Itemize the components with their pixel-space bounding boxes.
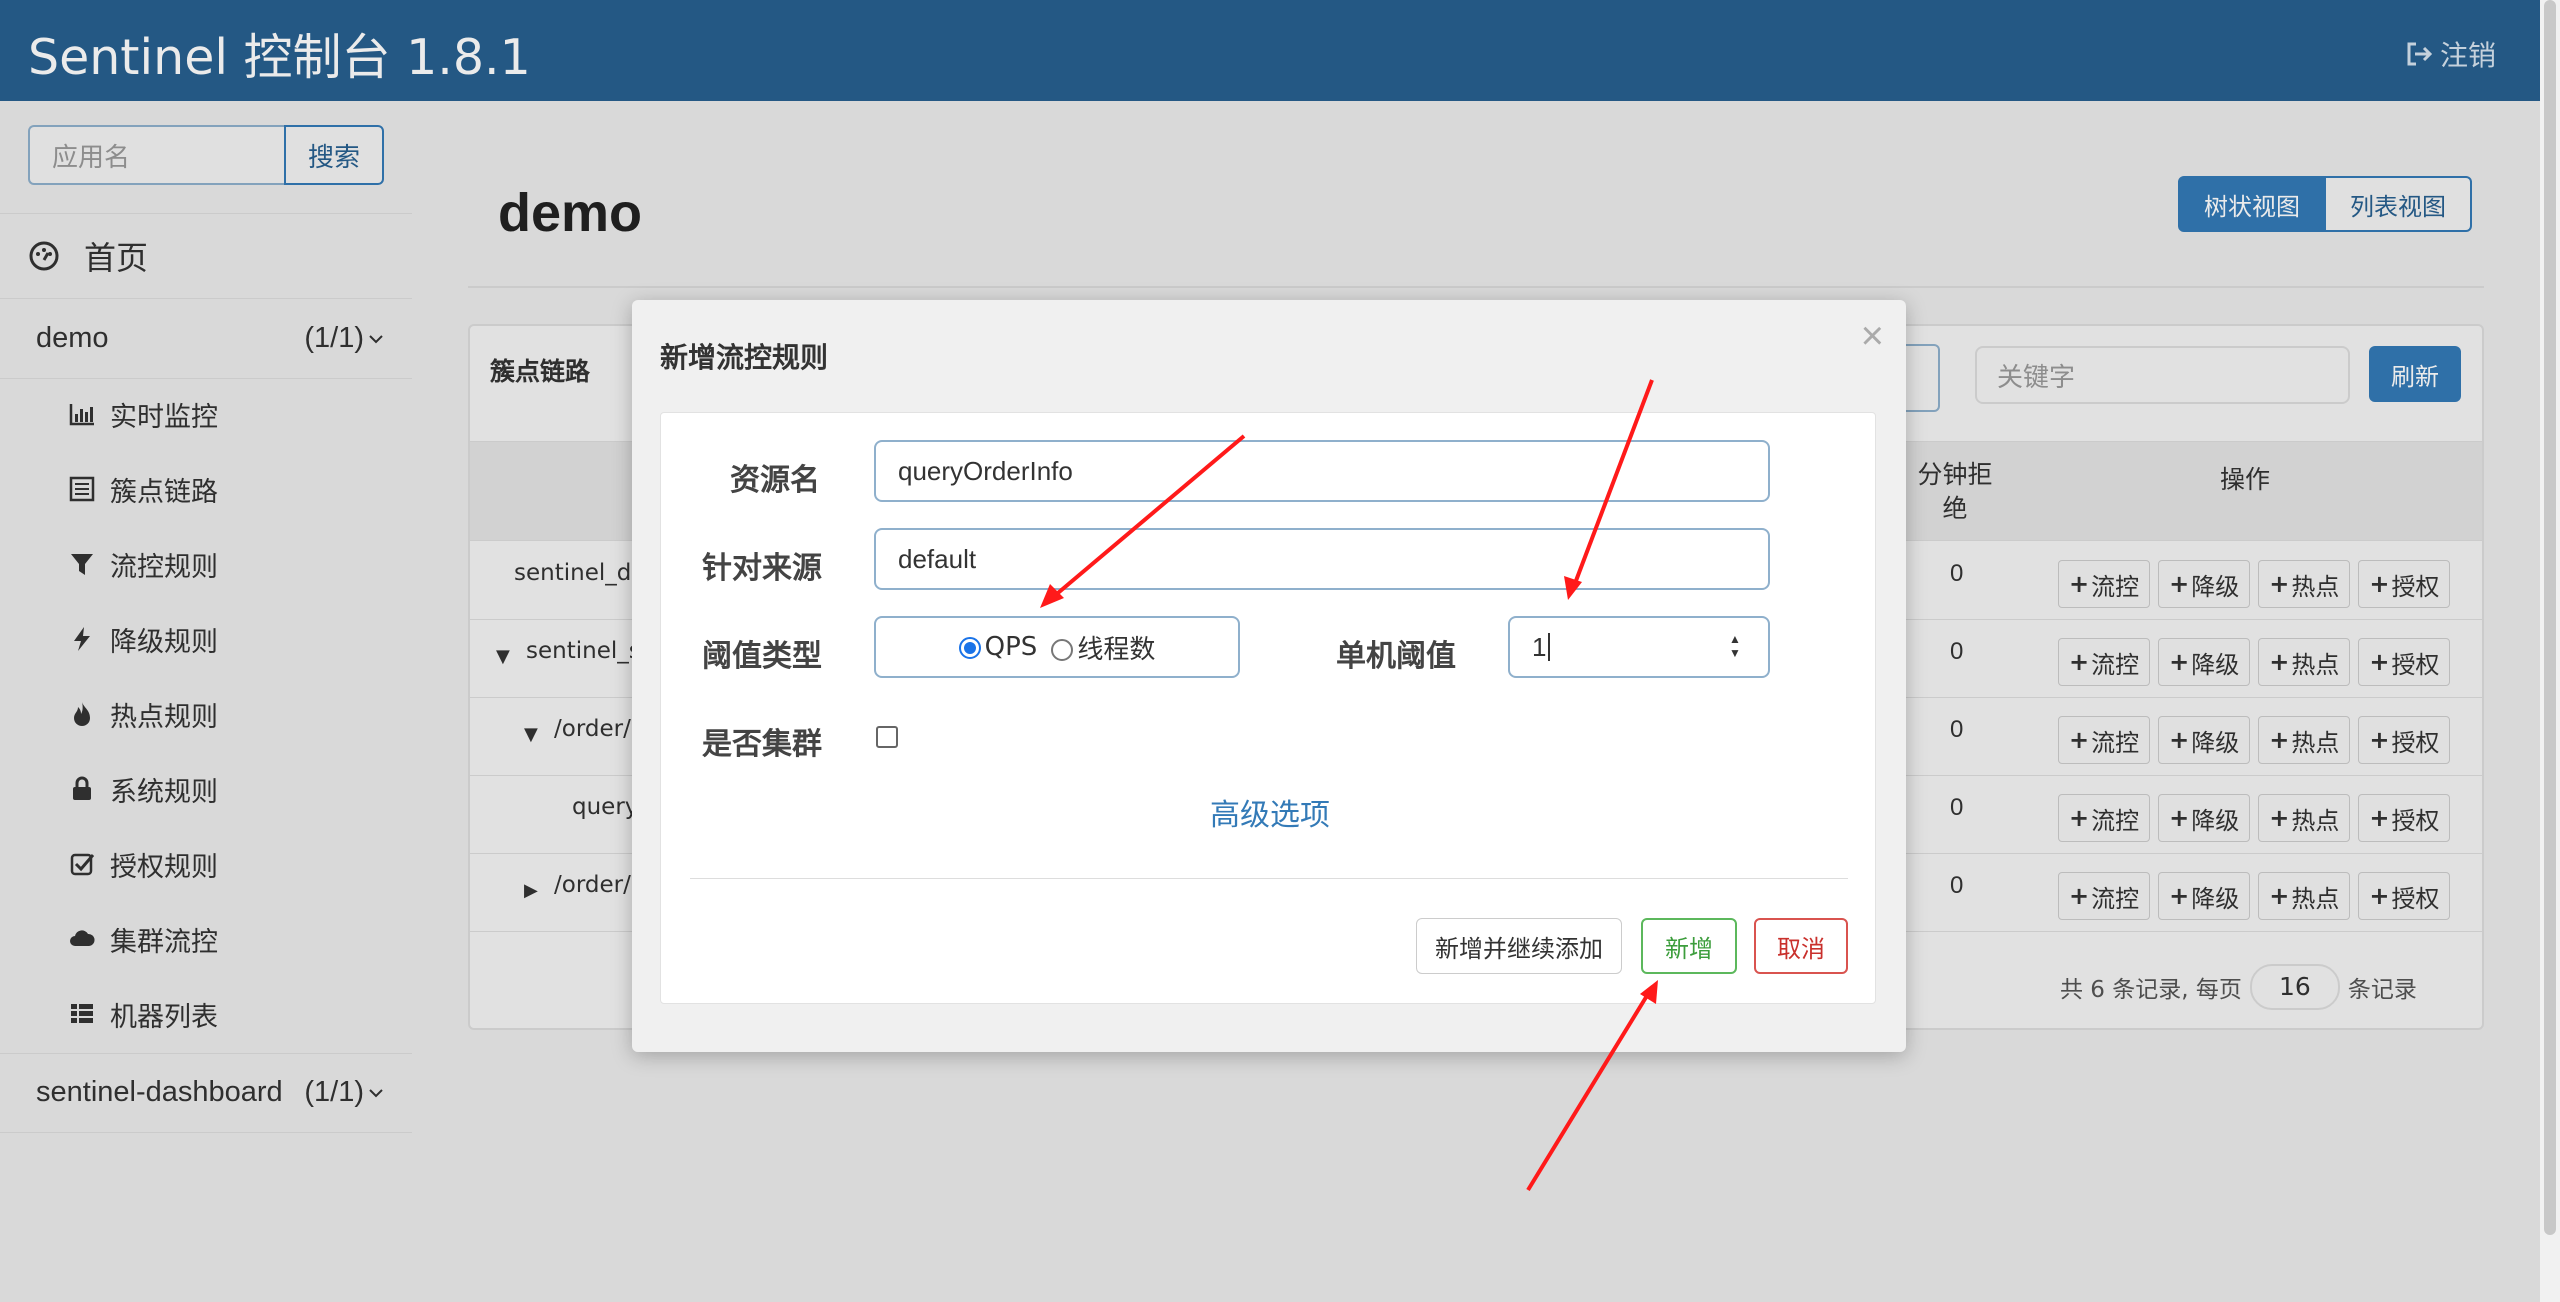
number-spinner-icon[interactable]: ▲ ▼ — [1724, 632, 1746, 662]
threads-radio[interactable] — [1051, 639, 1074, 661]
resource-label: 资源名 — [730, 463, 820, 498]
threads-option[interactable]: 线程数 — [1051, 629, 1155, 666]
cluster-label: 是否集群 — [702, 727, 822, 762]
threshold-value: 1 — [1532, 631, 1547, 662]
page-scrollbar[interactable] — [2540, 0, 2560, 1302]
cluster-checkbox[interactable] — [876, 726, 898, 748]
qps-radio[interactable] — [958, 636, 981, 659]
threshold-label: 单机阈值 — [1336, 639, 1456, 674]
add-button[interactable]: 新增 — [1641, 918, 1737, 974]
resource-name-input[interactable]: queryOrderInfo — [874, 440, 1770, 502]
threshold-type-label: 阈值类型 — [702, 639, 822, 674]
close-icon[interactable]: × — [1861, 314, 1884, 359]
text-cursor — [1548, 633, 1551, 661]
cancel-button[interactable]: 取消 — [1754, 918, 1848, 974]
modal-title: 新增流控规则 — [660, 341, 829, 374]
qps-radio-label: QPS — [984, 632, 1038, 662]
origin-label: 针对来源 — [702, 551, 822, 586]
qps-option[interactable]: QPS — [958, 632, 1038, 662]
threads-radio-label: 线程数 — [1077, 634, 1156, 665]
threshold-type-radio-group: QPS 线程数 — [874, 616, 1240, 678]
threshold-input[interactable]: 1 ▲ ▼ — [1508, 616, 1770, 678]
advanced-options-link[interactable]: 高级选项 — [1210, 790, 1330, 834]
scrollbar-thumb[interactable] — [2544, 0, 2556, 1235]
add-and-continue-button[interactable]: 新增并继续添加 — [1416, 918, 1622, 974]
divider — [690, 878, 1848, 879]
origin-input[interactable]: default — [874, 528, 1770, 590]
